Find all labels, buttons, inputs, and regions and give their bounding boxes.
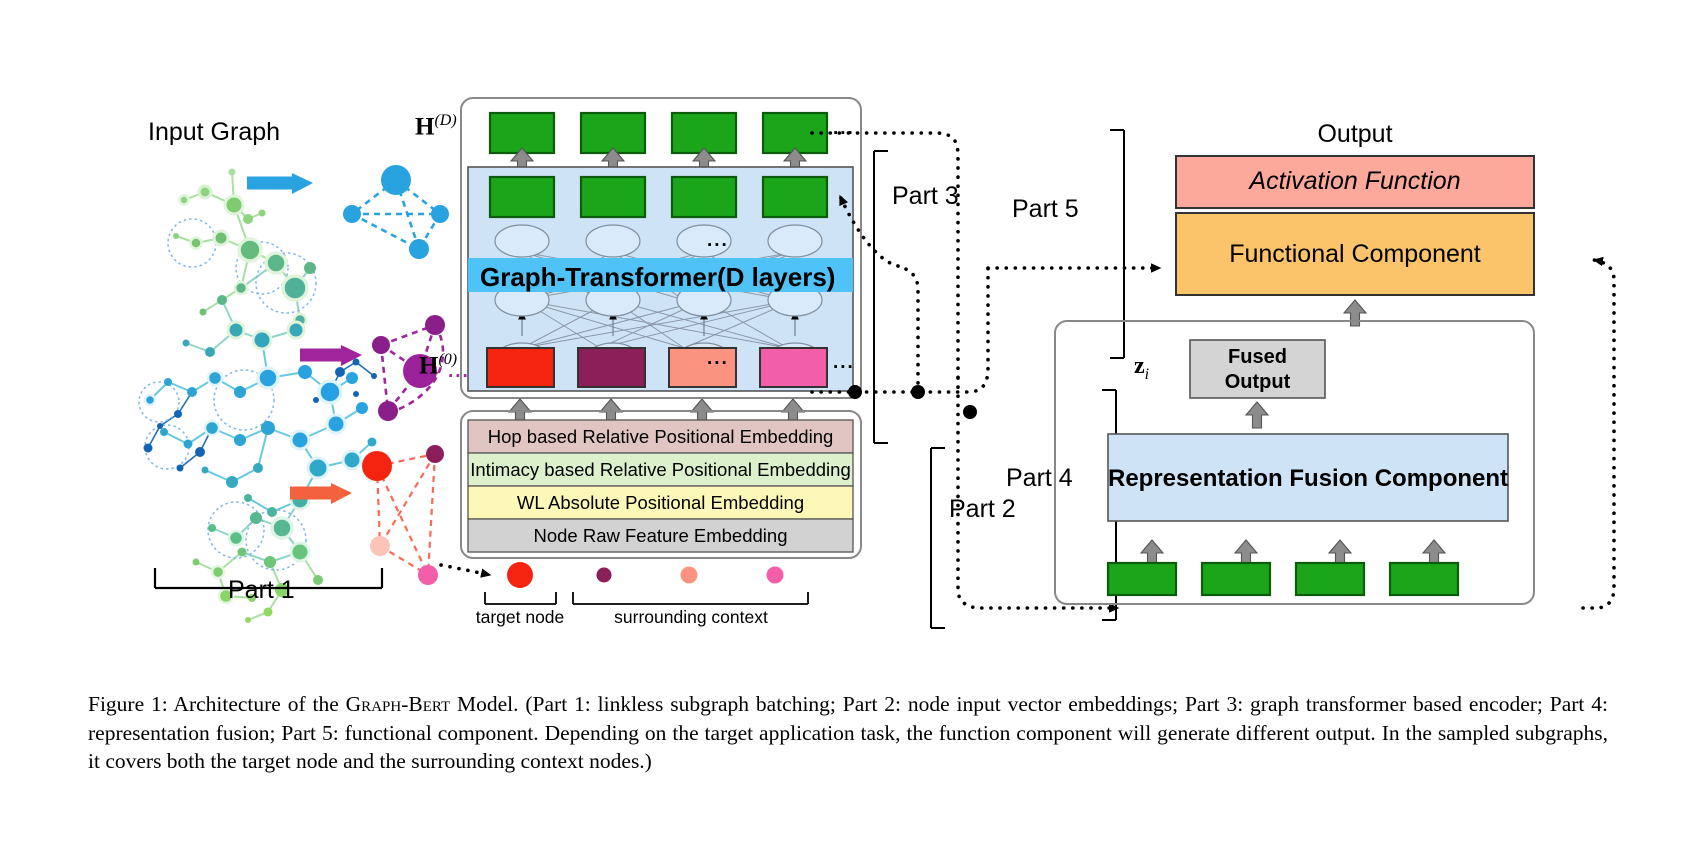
node-legend-brackets bbox=[484, 592, 809, 605]
bracket-part2 bbox=[930, 447, 945, 629]
model-name: Graph-Bert bbox=[345, 692, 451, 716]
part1-label: Part 1 bbox=[228, 576, 295, 604]
target-node-label: target node bbox=[475, 607, 565, 627]
part5-label: Part 5 bbox=[1012, 195, 1079, 223]
fused-output-label: Fused Output bbox=[1190, 345, 1325, 395]
fused-to-functional-arrow bbox=[1343, 299, 1367, 327]
transformer-label: Graph-Transformer(D layers) bbox=[480, 262, 836, 292]
figure-caption: Figure 1: Architecture of the Graph-Bert… bbox=[88, 690, 1608, 776]
subgraph-ellipsis: ... bbox=[448, 361, 470, 382]
embedding-layer-3-label: Node Raw Feature Embedding bbox=[533, 525, 788, 546]
surrounding-context-label: surrounding context bbox=[614, 607, 768, 627]
fusion-green-blocks bbox=[1106, 561, 1460, 597]
part3-label: Part 3 bbox=[892, 182, 959, 210]
functional-component-label: Functional Component bbox=[1229, 240, 1481, 268]
input-graph-cloud bbox=[138, 168, 377, 623]
architecture-diagram bbox=[138, 97, 1616, 629]
hD-blocks bbox=[488, 111, 829, 155]
hD-ellipsis: ... bbox=[833, 118, 855, 139]
representation-fusion-label: Representation Fusion Component bbox=[1108, 465, 1509, 492]
z-sub: i bbox=[1144, 365, 1150, 383]
bracket-part5 bbox=[1110, 129, 1125, 359]
z-base: z bbox=[1134, 353, 1145, 379]
caption-text: Figure 1: Architecture of the Graph-Bert… bbox=[88, 692, 1608, 773]
activation-function-label: Activation Function bbox=[1249, 167, 1461, 195]
fused-output-line1: Fused bbox=[1228, 346, 1287, 368]
fusion-to-fused-arrow bbox=[1245, 401, 1269, 429]
embedding-layer-1-label: Intimacy based Relative Positional Embed… bbox=[470, 459, 851, 480]
h-bottom-base: H bbox=[419, 352, 439, 380]
fused-output-line2: Output bbox=[1224, 371, 1291, 393]
figure-root: Input Graph Part 1 H(D) H(0) Graph-Trans… bbox=[0, 0, 1697, 858]
embedding-layer-0-label: Hop based Relative Positional Embedding bbox=[487, 426, 834, 447]
h0-ellipsis: ... bbox=[833, 352, 855, 373]
h-top-label: H(D) bbox=[415, 112, 457, 141]
encoder-ellipsis-bottom: ... bbox=[707, 348, 729, 369]
subgraph-blue bbox=[247, 165, 449, 259]
input-graph-title: Input Graph bbox=[148, 118, 281, 146]
output-label: Output bbox=[1317, 120, 1393, 148]
part2-label: Part 2 bbox=[949, 495, 1016, 523]
h-top-sup: (D) bbox=[434, 112, 457, 129]
part4-label: Part 4 bbox=[1006, 464, 1073, 492]
encoder-ellipsis-top: ... bbox=[707, 230, 729, 251]
node-legend-dots bbox=[507, 562, 784, 588]
bracket-part3 bbox=[873, 150, 888, 444]
h-top-base: H bbox=[415, 113, 435, 141]
z-label: zi bbox=[1134, 353, 1149, 384]
dotted-part1-to-part2 bbox=[439, 563, 492, 578]
embedding-layer-2-label: WL Absolute Positional Embedding bbox=[516, 492, 805, 513]
